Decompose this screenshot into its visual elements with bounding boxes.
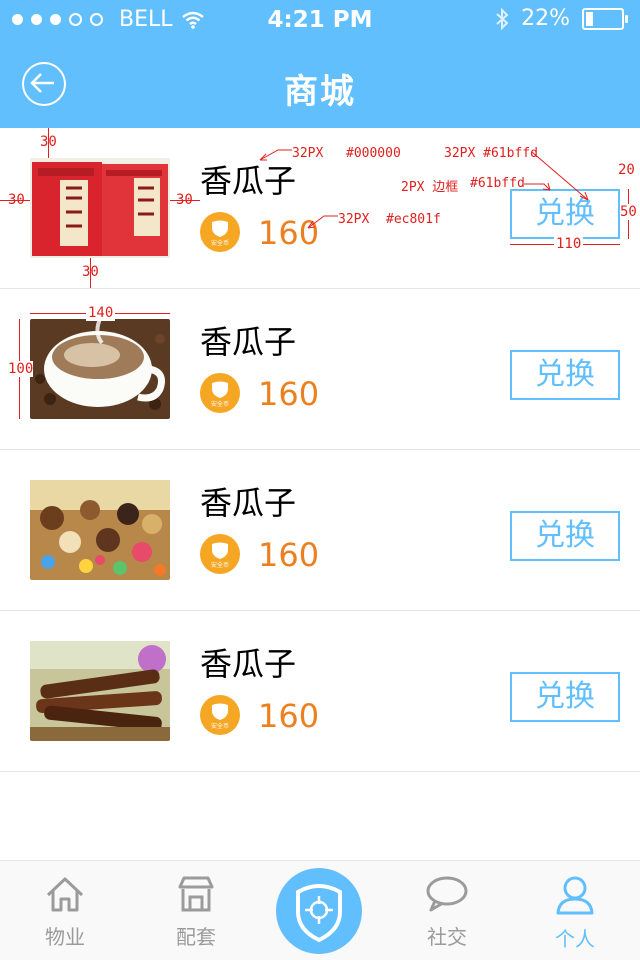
spec-border-color: #61bffd [470, 176, 525, 191]
tab-personal[interactable]: 个人 [525, 875, 625, 952]
spec-right-gap: 30 [176, 192, 193, 208]
product-list: 香瓜子 安全币 160 兑换 30 30 30 30 32PX #000000 … [0, 128, 640, 772]
screen: BELL 4:21 PM 22% 商城 香瓜子 安全币 160 兑换 30 30… [0, 0, 640, 960]
tab-label: 物业 [45, 925, 85, 949]
list-item: 香瓜子 安全币 160 兑换 140 100 [0, 289, 640, 450]
spec-button-font: 32PX #61bffd [444, 146, 538, 161]
spec-thumb-height: 100 [8, 361, 34, 377]
product-price: 160 [258, 697, 320, 735]
store-icon [178, 876, 214, 912]
spec-thumb-width: 140 [86, 305, 116, 321]
spec-name-color: #000000 [346, 146, 401, 161]
coin-icon: 安全币 [200, 373, 240, 413]
list-item: 香瓜子 安全币 160 兑换 [0, 450, 640, 611]
spec-arrow [259, 149, 292, 161]
spec-arrow [524, 182, 551, 191]
exchange-button[interactable]: 兑换 [510, 672, 620, 722]
house-icon [46, 877, 84, 912]
spec-price-size: 32PX [338, 212, 370, 227]
product-name: 香瓜子 [200, 645, 297, 683]
product-name: 香瓜子 [200, 484, 297, 522]
bluetooth-icon [496, 7, 509, 30]
product-image[interactable] [30, 319, 170, 419]
header: BELL 4:21 PM 22% 商城 [0, 0, 640, 128]
product-name: 香瓜子 [200, 162, 297, 200]
product-price: 160 [258, 375, 320, 413]
status-bar: BELL 4:21 PM 22% [0, 0, 640, 40]
tab-label: 社交 [427, 925, 467, 949]
coin-icon: 安全币 [200, 695, 240, 735]
page-title: 商城 [284, 72, 356, 112]
spec-button-height: 50 [620, 204, 637, 220]
coin-icon: 安全币 [200, 534, 240, 574]
spec-border: 2PX 边框 [401, 180, 459, 195]
chat-bubble-icon [426, 876, 468, 912]
spec-name-size: 32PX [292, 146, 324, 161]
spec-arrow [307, 215, 338, 229]
spec-left-margin: 30 [8, 192, 25, 208]
spec-right-margin: 20 [618, 162, 635, 178]
product-name: 香瓜子 [200, 323, 297, 361]
spec-price-color: #ec801f [386, 212, 441, 227]
exchange-button[interactable]: 兑换 [510, 511, 620, 561]
center-security-button[interactable] [276, 868, 362, 954]
coin-icon: 安全币 [200, 212, 240, 252]
product-price: 160 [258, 536, 320, 574]
tab-facilities[interactable]: 配套 [146, 875, 246, 950]
tab-property[interactable]: 物业 [15, 875, 115, 950]
spec-button-width: 110 [554, 236, 584, 252]
exchange-button[interactable]: 兑换 [510, 350, 620, 400]
status-right: 22% [495, 6, 628, 31]
product-image[interactable] [30, 158, 170, 258]
product-image[interactable] [30, 641, 170, 741]
tab-label: 个人 [555, 927, 595, 951]
shield-target-icon [296, 884, 342, 943]
spec-arrow [531, 151, 589, 201]
person-icon [556, 876, 594, 915]
spec-bottom-margin: 30 [82, 264, 99, 280]
list-item: 香瓜子 安全币 160 兑换 30 30 30 30 32PX #000000 … [0, 128, 640, 289]
spec-top-margin: 30 [40, 134, 57, 150]
list-item: 香瓜子 安全币 160 兑换 [0, 611, 640, 772]
tab-label: 配套 [176, 925, 216, 949]
battery-percent: 22% [521, 6, 570, 31]
product-image[interactable] [30, 480, 170, 580]
battery-icon [582, 7, 628, 30]
tab-social[interactable]: 社交 [397, 875, 497, 950]
